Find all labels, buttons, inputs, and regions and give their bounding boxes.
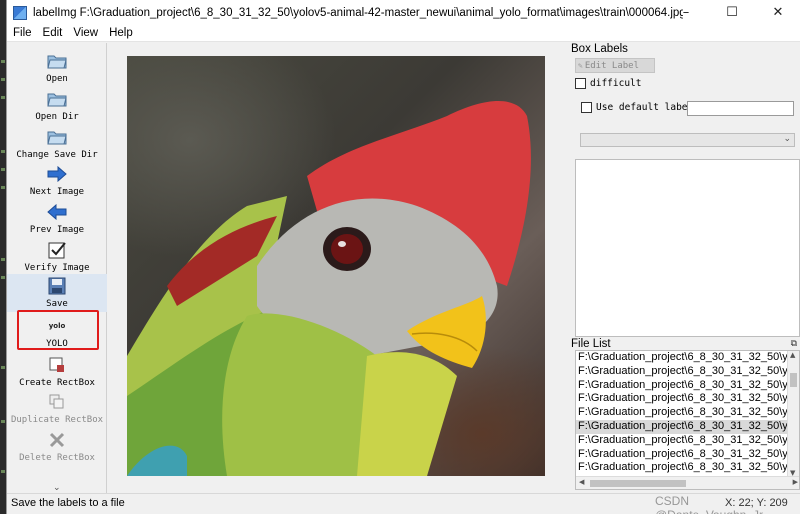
- verify-image-button[interactable]: Verify Image: [7, 238, 107, 276]
- minimize-button[interactable]: –: [663, 0, 709, 25]
- scroll-left-icon[interactable]: ◀: [579, 478, 584, 486]
- open-dir-button[interactable]: Open Dir: [7, 87, 107, 125]
- create-rectbox-label: Create RectBox: [19, 378, 95, 388]
- folder-icon: [47, 89, 67, 109]
- rectbox-icon: [47, 355, 67, 375]
- file-list-item[interactable]: F:\Graduation_project\6_8_30_31_32_50\yo…: [576, 434, 789, 448]
- label-dropdown[interactable]: ⌄: [580, 133, 795, 147]
- default-label-input[interactable]: [687, 101, 794, 116]
- difficult-label: difficult: [590, 78, 642, 89]
- menu-bar: File Edit View Help: [7, 25, 800, 42]
- menu-help[interactable]: Help: [104, 27, 138, 39]
- toolbar: Open Open Dir Change Save Dir Next Image…: [7, 43, 107, 493]
- file-list-item[interactable]: F:\Graduation_project\6_8_30_31_32_50\yo…: [576, 419, 789, 434]
- open-button[interactable]: Open: [7, 49, 107, 87]
- floppy-disk-icon: [47, 276, 67, 296]
- close-button[interactable]: ✕: [755, 0, 800, 25]
- edit-label-button[interactable]: ✎ Edit Label: [575, 58, 655, 73]
- menu-edit[interactable]: Edit: [38, 27, 68, 39]
- copy-icon: [47, 392, 67, 412]
- prev-image-label: Prev Image: [29, 225, 85, 235]
- app-icon: [13, 5, 27, 20]
- scroll-right-icon[interactable]: ▶: [793, 478, 798, 486]
- menu-view[interactable]: View: [68, 27, 103, 39]
- difficult-checkbox[interactable]: [575, 78, 586, 89]
- use-default-label-text: Use default label: [596, 102, 694, 113]
- file-list-title: File List: [571, 338, 611, 350]
- edit-label-text: Edit Label: [584, 60, 640, 71]
- create-rectbox-button[interactable]: Create RectBox: [7, 353, 107, 391]
- maximize-button[interactable]: ☐: [709, 0, 755, 25]
- scrollbar-thumb[interactable]: [590, 480, 686, 487]
- folder-icon: [47, 51, 67, 71]
- save-label: Save: [46, 299, 68, 309]
- change-save-dir-label: Change Save Dir: [16, 150, 98, 160]
- prev-image-button[interactable]: Prev Image: [7, 200, 107, 238]
- delete-rectbox-label: Delete RectBox: [19, 453, 95, 463]
- file-list-item[interactable]: F:\Graduation_project\6_8_30_31_32_50\yo…: [576, 448, 789, 462]
- vertical-scrollbar[interactable]: ▲ ▼: [787, 351, 799, 477]
- difficult-checkbox-row[interactable]: difficult: [575, 78, 641, 89]
- delete-rectbox-button[interactable]: Delete RectBox: [7, 428, 107, 466]
- title-bar: labelImg F:\Graduation_project\6_8_30_31…: [7, 0, 800, 25]
- file-list[interactable]: F:\Graduation_project\6_8_30_31_32_50\yo…: [575, 350, 800, 490]
- use-default-label-checkbox[interactable]: [581, 102, 592, 113]
- duplicate-rectbox-button[interactable]: Duplicate RectBox: [7, 390, 107, 428]
- change-save-dir-button[interactable]: Change Save Dir: [7, 125, 107, 163]
- use-default-label-row[interactable]: Use default label: [581, 102, 693, 113]
- arrow-right-icon: [47, 164, 67, 184]
- scrollbar-thumb[interactable]: [790, 373, 797, 387]
- next-image-label: Next Image: [29, 187, 85, 197]
- bird-photo: [127, 56, 545, 476]
- file-list-item[interactable]: F:\Graduation_project\6_8_30_31_32_50\yo…: [576, 351, 789, 365]
- image-canvas[interactable]: [108, 43, 566, 493]
- horizontal-scrollbar[interactable]: ◀ ▶: [576, 476, 799, 489]
- box-labels-title: Box Labels: [571, 43, 628, 55]
- verify-image-label: Verify Image: [24, 263, 90, 273]
- file-list-item[interactable]: F:\Graduation_project\6_8_30_31_32_50\yo…: [576, 365, 789, 379]
- checkmark-icon: [47, 240, 67, 260]
- file-list-item[interactable]: F:\Graduation_project\6_8_30_31_32_50\yo…: [576, 379, 789, 393]
- scroll-up-icon[interactable]: ▲: [790, 351, 795, 359]
- folder-icon: [47, 127, 67, 147]
- next-image-button[interactable]: Next Image: [7, 162, 107, 200]
- watermark: CSDN @Dante_Vaughn_Jr: [655, 494, 763, 514]
- edit-pencil-icon: ✎: [578, 61, 583, 70]
- chevron-down-icon: ⌄: [783, 134, 791, 144]
- status-message: Save the labels to a file: [11, 497, 125, 509]
- window-title: labelImg F:\Graduation_project\6_8_30_31…: [33, 6, 683, 19]
- arrow-left-icon: [47, 202, 67, 222]
- file-list-item[interactable]: F:\Graduation_project\6_8_30_31_32_50\yo…: [576, 406, 789, 420]
- file-list-item[interactable]: F:\Graduation_project\6_8_30_31_32_50\yo…: [576, 392, 789, 406]
- open-dir-label: Open Dir: [35, 112, 79, 122]
- open-label: Open: [46, 74, 68, 84]
- menu-file[interactable]: File: [8, 27, 37, 39]
- toolbar-extension-icon[interactable]: ⌄: [53, 483, 61, 493]
- right-dock: Box Labels ✎ Edit Label difficult Use de…: [567, 43, 800, 493]
- duplicate-rectbox-label: Duplicate RectBox: [10, 415, 104, 425]
- delete-x-icon: [47, 430, 67, 450]
- labelimg-window: labelImg F:\Graduation_project\6_8_30_31…: [6, 0, 800, 514]
- highlight-box: [17, 310, 99, 350]
- save-button[interactable]: Save: [7, 274, 107, 312]
- file-list-item[interactable]: F:\Graduation_project\6_8_30_31_32_50\yo…: [576, 461, 789, 475]
- dock-float-icon[interactable]: ⧉: [791, 339, 797, 349]
- label-list[interactable]: [575, 159, 800, 337]
